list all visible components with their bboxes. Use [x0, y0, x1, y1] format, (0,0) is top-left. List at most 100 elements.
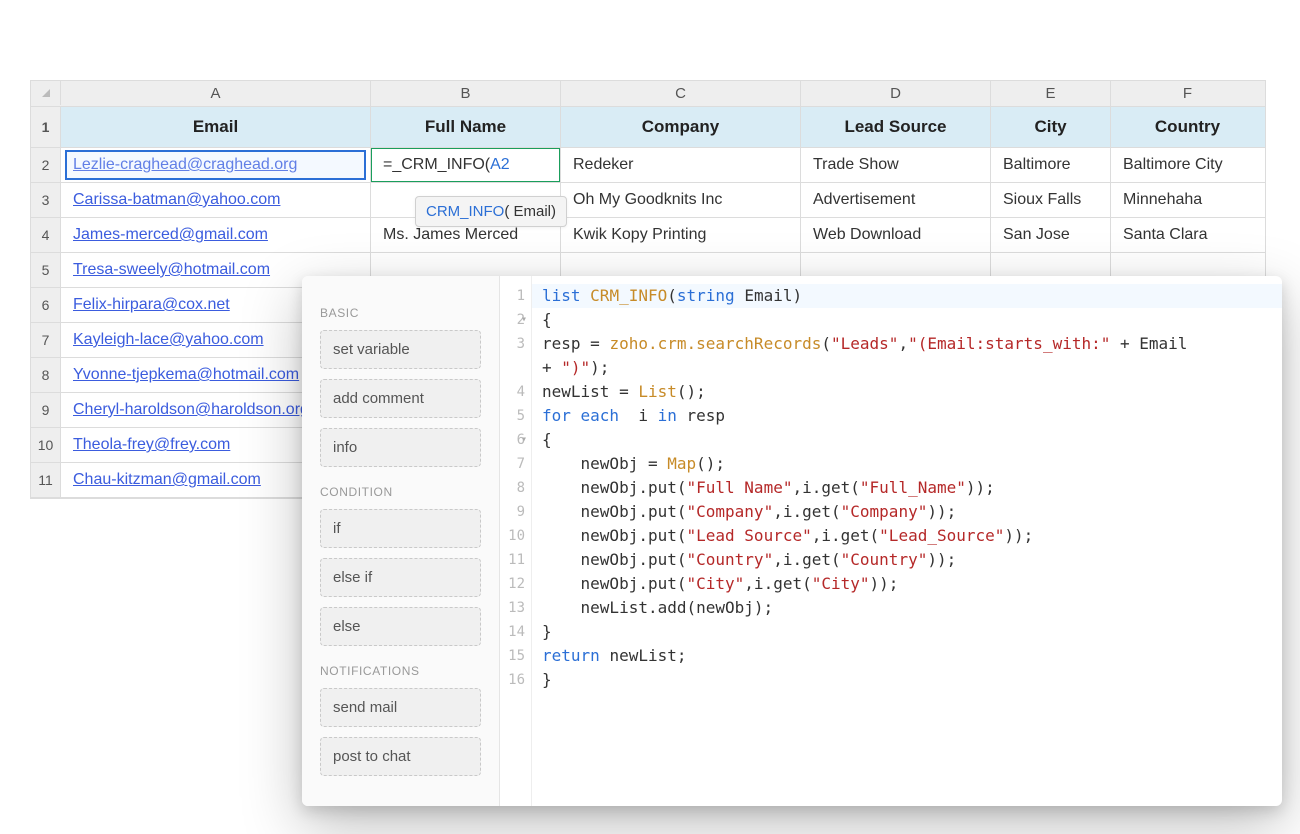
- cell-country[interactable]: Santa Clara: [1111, 218, 1264, 252]
- tooltip-fn: CRM_INFO: [426, 203, 504, 220]
- col-letter-B[interactable]: B: [371, 81, 561, 106]
- code-content[interactable]: list CRM_INFO(string Email){resp = zoho.…: [532, 276, 1282, 806]
- email-link[interactable]: Theola-frey@frey.com: [73, 436, 230, 453]
- gutter-line: 1: [500, 284, 525, 308]
- gutter-line: 8: [500, 476, 525, 500]
- code-line[interactable]: newList.add(newObj);: [542, 596, 1272, 620]
- code-line[interactable]: + ")");: [542, 356, 1272, 380]
- sidebar-item-send-mail[interactable]: send mail: [320, 688, 481, 727]
- code-line[interactable]: }: [542, 620, 1272, 644]
- row-number[interactable]: 10: [31, 428, 61, 462]
- line-gutter: 12345678910111213141516: [500, 276, 532, 806]
- cell-email[interactable]: James-merced@gmail.com: [61, 218, 371, 252]
- email-link[interactable]: Lezlie-craghead@craghead.org: [73, 156, 297, 173]
- row-number[interactable]: 9: [31, 393, 61, 427]
- row-number[interactable]: 7: [31, 323, 61, 357]
- code-line[interactable]: {: [542, 308, 1272, 332]
- email-link[interactable]: Yvonne-tjepkema@hotmail.com: [73, 366, 299, 383]
- formula-input[interactable]: =_CRM_INFO(A2: [383, 156, 510, 173]
- row-number[interactable]: 8: [31, 358, 61, 392]
- code-line[interactable]: }: [542, 668, 1272, 692]
- gutter-line: 12: [500, 572, 525, 596]
- table-row: 4James-merced@gmail.comMs. James MercedK…: [31, 218, 1265, 253]
- email-link[interactable]: Carissa-batman@yahoo.com: [73, 191, 280, 208]
- code-line[interactable]: newObj.put("City",i.get("City"));: [542, 572, 1272, 596]
- sidebar-item-post-to-chat[interactable]: post to chat: [320, 737, 481, 776]
- gutter-line: 13: [500, 596, 525, 620]
- cell-email[interactable]: Lezlie-craghead@craghead.org: [61, 148, 371, 182]
- email-link[interactable]: Cheryl-haroldson@haroldson.org: [73, 401, 309, 418]
- code-line[interactable]: return newList;: [542, 644, 1272, 668]
- col-letter-C[interactable]: C: [561, 81, 801, 106]
- sidebar-item-else[interactable]: else: [320, 607, 481, 646]
- code-line[interactable]: resp = zoho.crm.searchRecords("Leads","(…: [542, 332, 1272, 356]
- cell-city[interactable]: Sioux Falls: [991, 183, 1111, 217]
- header-email[interactable]: Email: [61, 107, 371, 147]
- email-link[interactable]: Chau-kitzman@gmail.com: [73, 471, 261, 488]
- cell-leadsource[interactable]: Web Download: [801, 218, 991, 252]
- gutter-line: 2: [500, 308, 525, 332]
- row-number[interactable]: 4: [31, 218, 61, 252]
- code-line[interactable]: for each i in resp: [542, 404, 1272, 428]
- row-number[interactable]: 11: [31, 463, 61, 497]
- row-number[interactable]: 1: [31, 107, 61, 147]
- row-number[interactable]: 2: [31, 148, 61, 182]
- col-letter-E[interactable]: E: [991, 81, 1111, 106]
- cell-country[interactable]: Minnehaha: [1111, 183, 1264, 217]
- email-link[interactable]: Tresa-sweely@hotmail.com: [73, 261, 270, 278]
- sidebar-item-set-variable[interactable]: set variable: [320, 330, 481, 369]
- code-line[interactable]: newObj = Map();: [542, 452, 1272, 476]
- code-line[interactable]: newObj.put("Lead Source",i.get("Lead_Sou…: [542, 524, 1272, 548]
- sidebar-section-title: BASIC: [320, 306, 481, 320]
- code-line[interactable]: newObj.put("Company",i.get("Company"));: [542, 500, 1272, 524]
- code-editor[interactable]: 12345678910111213141516 list CRM_INFO(st…: [500, 276, 1282, 806]
- gutter-line: 10: [500, 524, 525, 548]
- row-number[interactable]: 3: [31, 183, 61, 217]
- email-link[interactable]: Kayleigh-lace@yahoo.com: [73, 331, 264, 348]
- header-leadsource[interactable]: Lead Source: [801, 107, 991, 147]
- header-country[interactable]: Country: [1111, 107, 1264, 147]
- header-fullname[interactable]: Full Name: [371, 107, 561, 147]
- cell-city[interactable]: Baltimore: [991, 148, 1111, 182]
- code-line[interactable]: newObj.put("Country",i.get("Country"));: [542, 548, 1272, 572]
- col-letter-F[interactable]: F: [1111, 81, 1264, 106]
- gutter-line: 9: [500, 500, 525, 524]
- sidebar-section-title: CONDITION: [320, 485, 481, 499]
- email-link[interactable]: James-merced@gmail.com: [73, 226, 268, 243]
- sidebar-item-else-if[interactable]: else if: [320, 558, 481, 597]
- tooltip-rest: ( Email): [504, 203, 556, 220]
- header-city[interactable]: City: [991, 107, 1111, 147]
- gutter-line: 4: [500, 380, 525, 404]
- select-all-corner[interactable]: [31, 81, 61, 105]
- row-number[interactable]: 6: [31, 288, 61, 322]
- cell-leadsource[interactable]: Advertisement: [801, 183, 991, 217]
- cell-fullname[interactable]: =_CRM_INFO(A2: [371, 148, 561, 182]
- cell-company[interactable]: Redeker: [561, 148, 801, 182]
- sidebar-item-info[interactable]: info: [320, 428, 481, 467]
- header-row: 1 Email Full Name Company Lead Source Ci…: [31, 107, 1265, 148]
- table-row: 3 Carissa-batman@yahoo.com Oh My Goodknits…: [31, 183, 1265, 218]
- row-number[interactable]: 5: [31, 253, 61, 287]
- cell-email[interactable]: Carissa-batman@yahoo.com: [61, 183, 371, 217]
- code-line[interactable]: newObj.put("Full Name",i.get("Full_Name"…: [542, 476, 1272, 500]
- code-line[interactable]: newList = List();: [542, 380, 1272, 404]
- table-row: 2 Lezlie-craghead@craghead.org =_CRM_INFO(…: [31, 148, 1265, 183]
- cell-city[interactable]: San Jose: [991, 218, 1111, 252]
- header-company[interactable]: Company: [561, 107, 801, 147]
- sidebar-item-if[interactable]: if: [320, 509, 481, 548]
- formula-tooltip[interactable]: CRM_INFO( Email): [415, 196, 567, 227]
- cell-leadsource[interactable]: Trade Show: [801, 148, 991, 182]
- code-line[interactable]: {: [542, 428, 1272, 452]
- sidebar-item-add-comment[interactable]: add comment: [320, 379, 481, 418]
- col-letter-D[interactable]: D: [801, 81, 991, 106]
- cell-country[interactable]: Baltimore City: [1111, 148, 1264, 182]
- cell-company[interactable]: Kwik Kopy Printing: [561, 218, 801, 252]
- column-letter-row: A B C D E F: [31, 81, 1265, 107]
- sidebar-section-title: NOTIFICATIONS: [320, 664, 481, 678]
- email-link[interactable]: Felix-hirpara@cox.net: [73, 296, 230, 313]
- gutter-line: 15: [500, 644, 525, 668]
- code-line[interactable]: list CRM_INFO(string Email): [532, 284, 1282, 308]
- col-letter-A[interactable]: A: [61, 81, 371, 106]
- cell-company[interactable]: Oh My Goodknits Inc: [561, 183, 801, 217]
- gutter-line: 5: [500, 404, 525, 428]
